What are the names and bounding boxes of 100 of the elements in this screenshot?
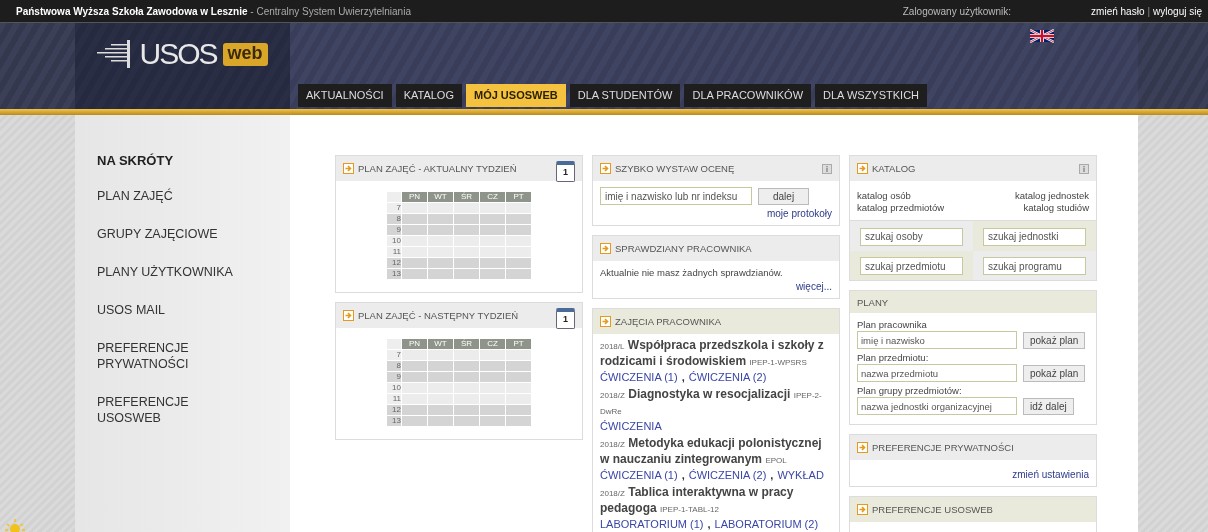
panel-title: PREFERENCJE USOSWEB	[872, 504, 993, 515]
expand-icon[interactable]	[857, 504, 868, 515]
hour-label: 7	[387, 350, 401, 360]
calendar-icon[interactable]: 1	[556, 308, 575, 329]
course-title: 2018/Z Diagnostyka w resocjalizacji IPEP-2-DwRe	[600, 387, 823, 418]
nav-tab[interactable]: MÓJ USOSWEB	[465, 84, 566, 107]
field-label: Plan grupy przedmiotów:	[857, 385, 963, 396]
expand-icon[interactable]	[857, 442, 868, 453]
expand-icon[interactable]	[343, 163, 354, 174]
class-group-link[interactable]: LABORATORIUM (1)	[600, 517, 704, 531]
nav-tab[interactable]: AKTUALNOŚCI	[298, 84, 392, 107]
info-icon[interactable]	[822, 163, 832, 174]
expand-icon[interactable]	[857, 163, 868, 174]
panel-title: ZAJĘCIA PRACOWNIKA	[615, 316, 722, 327]
sidebar-link[interactable]: PLAN ZAJĘĆ	[97, 188, 173, 204]
nav-tab[interactable]: DLA WSZYSTKICH	[815, 84, 928, 107]
field-label: Plan pracownika	[857, 319, 928, 330]
sidebar-link[interactable]: GRUPY ZAJĘCIOWE	[97, 226, 218, 242]
group-separator: ,	[770, 468, 774, 482]
hour-label: 8	[387, 361, 401, 371]
day-header: ŚR	[454, 339, 479, 349]
catalog-link[interactable]: katalog jednostek	[973, 190, 1089, 201]
catalog-link[interactable]: katalog studiów	[973, 202, 1089, 213]
day-header: PT	[506, 339, 531, 349]
logged-user-label: Zalogowany użytkownik:	[902, 5, 1012, 17]
panel-title: KATALOG	[872, 163, 916, 174]
panel-title: SZYBKO WYSTAW OCENĘ	[615, 163, 735, 174]
protocols-link[interactable]: moje protokoły	[766, 208, 832, 219]
day-header: CZ	[480, 339, 505, 349]
account-link[interactable]: zmień hasło	[1091, 5, 1145, 17]
uk-flag-icon[interactable]	[1030, 29, 1054, 43]
plan-search-field[interactable]: nazwa przedmiotu	[857, 364, 1017, 382]
expand-icon[interactable]	[343, 310, 354, 321]
sidebar-link[interactable]: PREFERENCJE PRYWATNOŚCI	[97, 340, 247, 372]
sidebar-link[interactable]: PLANY UŻYTKOWNIKA	[97, 264, 233, 280]
plan-search-field[interactable]: imię i nazwisko	[857, 331, 1017, 349]
nav-tab[interactable]: KATALOG	[395, 84, 462, 107]
catalog-link[interactable]: katalog osób	[857, 190, 973, 201]
panel-title: PLAN ZAJĘĆ - AKTUALNY TYDZIEŃ	[358, 163, 517, 174]
plan-button[interactable]: pokaż plan	[1023, 364, 1086, 382]
field-label: Plan przedmiotu:	[857, 352, 930, 363]
institution-name: Państwowa Wyższa Szkoła Zawodowa w Lesznie - Centralny System Uwierzytelniania	[16, 5, 411, 17]
sidebar-heading: NA SKRÓTY	[97, 153, 174, 168]
hour-label: 13	[387, 416, 401, 426]
expand-icon[interactable]	[600, 316, 611, 327]
day-header: PN	[402, 192, 427, 202]
catalog-search-field[interactable]: szukaj osoby	[860, 227, 963, 246]
panel-title: PLAN ZAJĘĆ - NASTĘPNY TYDZIEŃ	[358, 310, 519, 321]
hour-label: 10	[387, 383, 401, 393]
plan-button[interactable]: idź dalej	[1023, 397, 1074, 415]
group-separator: ,	[707, 517, 711, 531]
group-separator: ,	[681, 468, 685, 482]
class-group-link[interactable]: ĆWICZENIA (1)	[600, 468, 678, 482]
course-title: 2018/L Współpraca przedszkola i szkoły z rodzicami i środowiskiem IPEP-1-WPSRS	[600, 338, 825, 370]
day-header: ŚR	[454, 192, 479, 202]
catalog-search-field[interactable]: szukaj jednostki	[983, 227, 1086, 246]
hour-label: 12	[387, 405, 401, 415]
hour-label: 11	[387, 247, 401, 257]
student-search-field[interactable]: imię i nazwisko lub nr indeksu	[600, 187, 752, 205]
panel-title: PREFERENCJE PRYWATNOŚCI	[872, 442, 1014, 453]
course-title: 2018/Z Metodyka edukacji polonistycznej w nauczaniu zintegrowanym EPOL	[600, 436, 823, 468]
day-header: WT	[428, 339, 453, 349]
settings-link[interactable]: zmień ustawienia	[1012, 469, 1089, 480]
link-separator: |	[1147, 5, 1151, 17]
catalog-search-field[interactable]: szukaj programu	[983, 257, 1086, 275]
catalog-search-field[interactable]: szukaj przedmiotu	[860, 257, 963, 275]
expand-icon[interactable]	[600, 163, 611, 174]
hour-label: 12	[387, 258, 401, 268]
hour-label: 7	[387, 203, 401, 213]
class-group-link[interactable]: ĆWICZENIA	[600, 419, 662, 433]
group-separator: ,	[681, 370, 685, 384]
hour-label: 13	[387, 269, 401, 279]
info-icon[interactable]	[1079, 163, 1089, 174]
day-header: PN	[402, 339, 427, 349]
panel-title: SPRAWDZIANY PRACOWNIKA	[615, 243, 752, 254]
next-button[interactable]: dalej	[758, 187, 810, 205]
plan-button[interactable]: pokaż plan	[1023, 331, 1086, 349]
course-title: 2018/Z Tablica interaktywna w pracy pedagoga IPEP-1-TABL-12	[600, 485, 795, 517]
class-group-link[interactable]: WYKŁAD	[777, 468, 824, 482]
calendar-icon[interactable]: 1	[556, 161, 575, 182]
sidebar-link[interactable]: PREFERENCJE USOSWEB	[97, 394, 247, 426]
panel-title: PLANY	[857, 296, 889, 308]
catalog-link[interactable]: katalog przedmiotów	[857, 202, 973, 213]
class-group-link[interactable]: ĆWICZENIA (2)	[688, 370, 767, 384]
more-link[interactable]: więcej...	[795, 281, 832, 292]
day-header: CZ	[480, 192, 505, 202]
hour-label: 10	[387, 236, 401, 246]
empty-message: Aktualnie nie masz żadnych sprawdzianów.	[600, 267, 784, 278]
day-header: WT	[428, 192, 453, 202]
class-group-link[interactable]: LABORATORIUM (2)	[714, 517, 819, 531]
nav-tab[interactable]: DLA STUDENTÓW	[569, 84, 681, 107]
sun-icon[interactable]	[4, 518, 26, 532]
plan-search-field[interactable]: nazwa jednostki organizacyjnej	[857, 397, 1017, 415]
nav-tab[interactable]: DLA PRACOWNIKÓW	[684, 84, 812, 107]
expand-icon[interactable]	[600, 243, 611, 254]
class-group-link[interactable]: ĆWICZENIA (2)	[688, 468, 767, 482]
hour-label: 8	[387, 214, 401, 224]
class-group-link[interactable]: ĆWICZENIA (1)	[600, 370, 678, 384]
sidebar-link[interactable]: USOS MAIL	[97, 302, 166, 318]
account-link[interactable]: wyloguj się	[1153, 5, 1202, 17]
